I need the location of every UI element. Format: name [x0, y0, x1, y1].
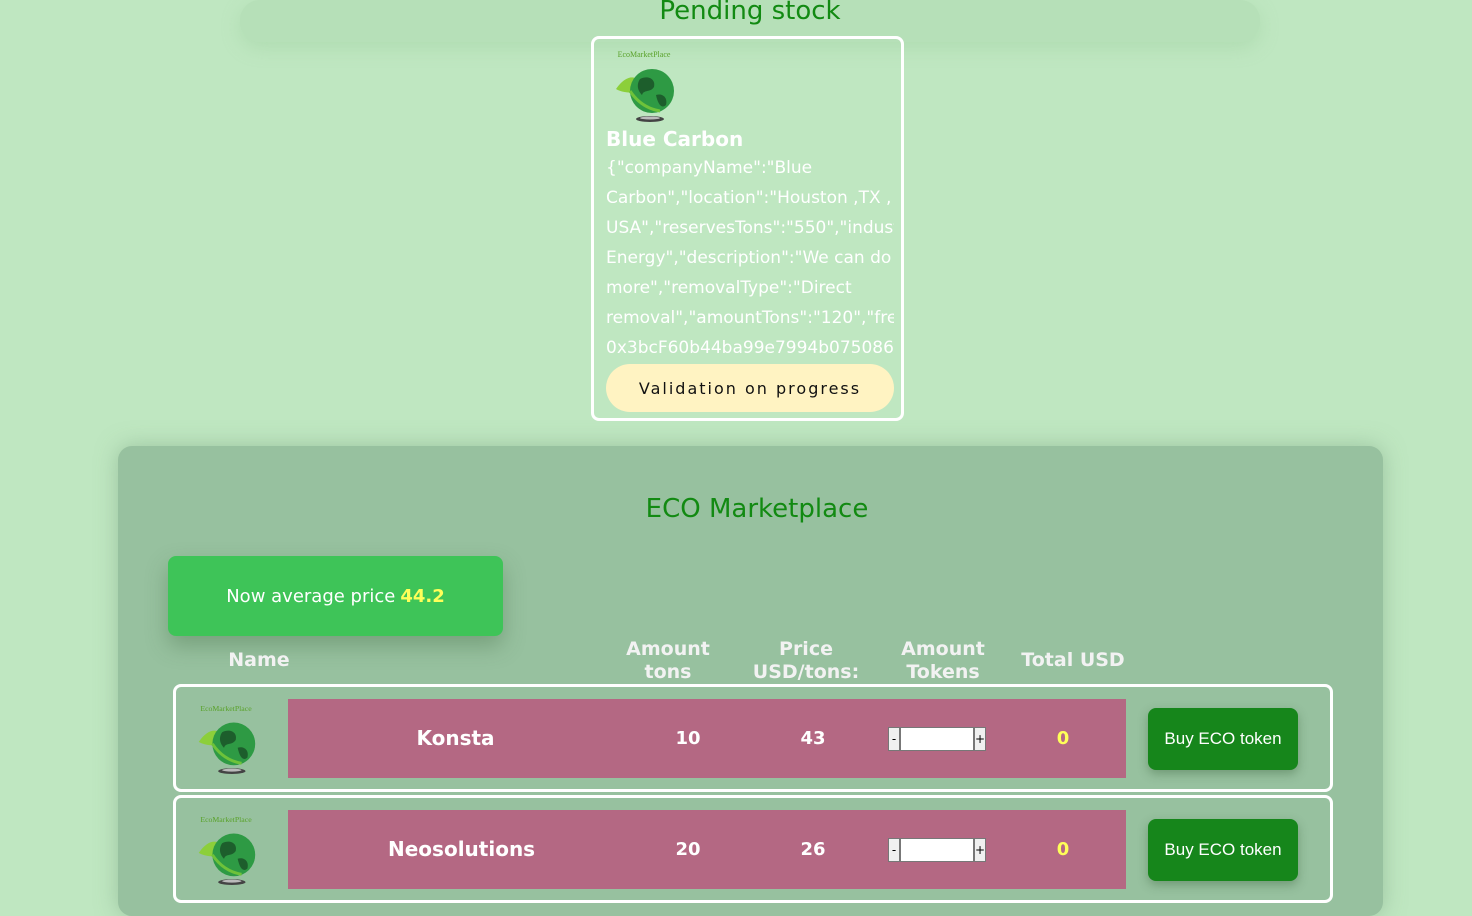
token-amount-stepper: - +: [888, 727, 986, 751]
card-company-name: Blue Carbon: [606, 127, 744, 151]
row-company-name: Neosolutions: [388, 837, 536, 861]
marketplace-title: ECO Marketplace: [645, 494, 869, 524]
pending-stock-title: Pending stock: [659, 0, 841, 26]
average-price-label: Now average price: [226, 585, 396, 607]
row-total-usd: 0: [1056, 839, 1070, 860]
row-info-bar: Neosolutions 20 26 - + 0: [288, 810, 1126, 889]
row-info-bar: Konsta 10 43 - + 0: [288, 699, 1126, 778]
pending-stock-card: EcoMarketPlace Blue Carbon {"companyName…: [591, 36, 904, 421]
row-amount-tons: 10: [675, 728, 701, 749]
eco-globe-leaf-icon: EcoMarketPlace: [616, 50, 674, 122]
table-row: EcoMarketPlace Neosolutions 20 26 - + 0 …: [173, 795, 1333, 903]
token-amount-stepper: - +: [888, 838, 986, 862]
token-amount-input[interactable]: [900, 727, 974, 751]
increment-button[interactable]: +: [974, 838, 986, 862]
increment-button[interactable]: +: [974, 727, 986, 751]
row-amount-tons: 20: [675, 839, 701, 860]
column-header-total-usd: Total USD: [1021, 649, 1125, 671]
row-company-name: Konsta: [416, 726, 495, 750]
column-header-amount-tokens: Amount Tokens: [901, 638, 985, 683]
column-header-price: Price USD/tons:: [752, 638, 860, 683]
decrement-button[interactable]: -: [888, 838, 900, 862]
logo-wordmark: EcoMarketPlace: [618, 50, 671, 59]
decrement-button[interactable]: -: [888, 727, 900, 751]
logo-wordmark: EcoMarketPlace: [200, 815, 252, 824]
average-price-value: 44.2: [400, 585, 445, 607]
column-header-name: Name: [228, 649, 290, 671]
table-row: EcoMarketPlace Konsta 10 43 - + 0 Buy EC…: [173, 684, 1333, 792]
row-price: 26: [800, 839, 826, 860]
logo-wordmark: EcoMarketPlace: [200, 704, 252, 713]
column-header-amount-tons: Amount tons: [626, 638, 710, 683]
buy-eco-token-button[interactable]: Buy ECO token: [1148, 819, 1298, 881]
eco-globe-leaf-icon: EcoMarketPlace: [198, 704, 256, 775]
card-description: {"companyName":"Blue Carbon","location":…: [606, 158, 894, 358]
buy-eco-token-button[interactable]: Buy ECO token: [1148, 708, 1298, 770]
eco-marketplace-panel: ECO Marketplace Now average price 44.2 N…: [118, 446, 1383, 916]
eco-globe-leaf-icon: EcoMarketPlace: [198, 815, 256, 886]
validation-status-button[interactable]: Validation on progress: [606, 364, 894, 412]
average-price-box: Now average price 44.2: [168, 556, 503, 636]
row-total-usd: 0: [1056, 728, 1070, 749]
token-amount-input[interactable]: [900, 838, 974, 862]
row-price: 43: [800, 728, 826, 749]
